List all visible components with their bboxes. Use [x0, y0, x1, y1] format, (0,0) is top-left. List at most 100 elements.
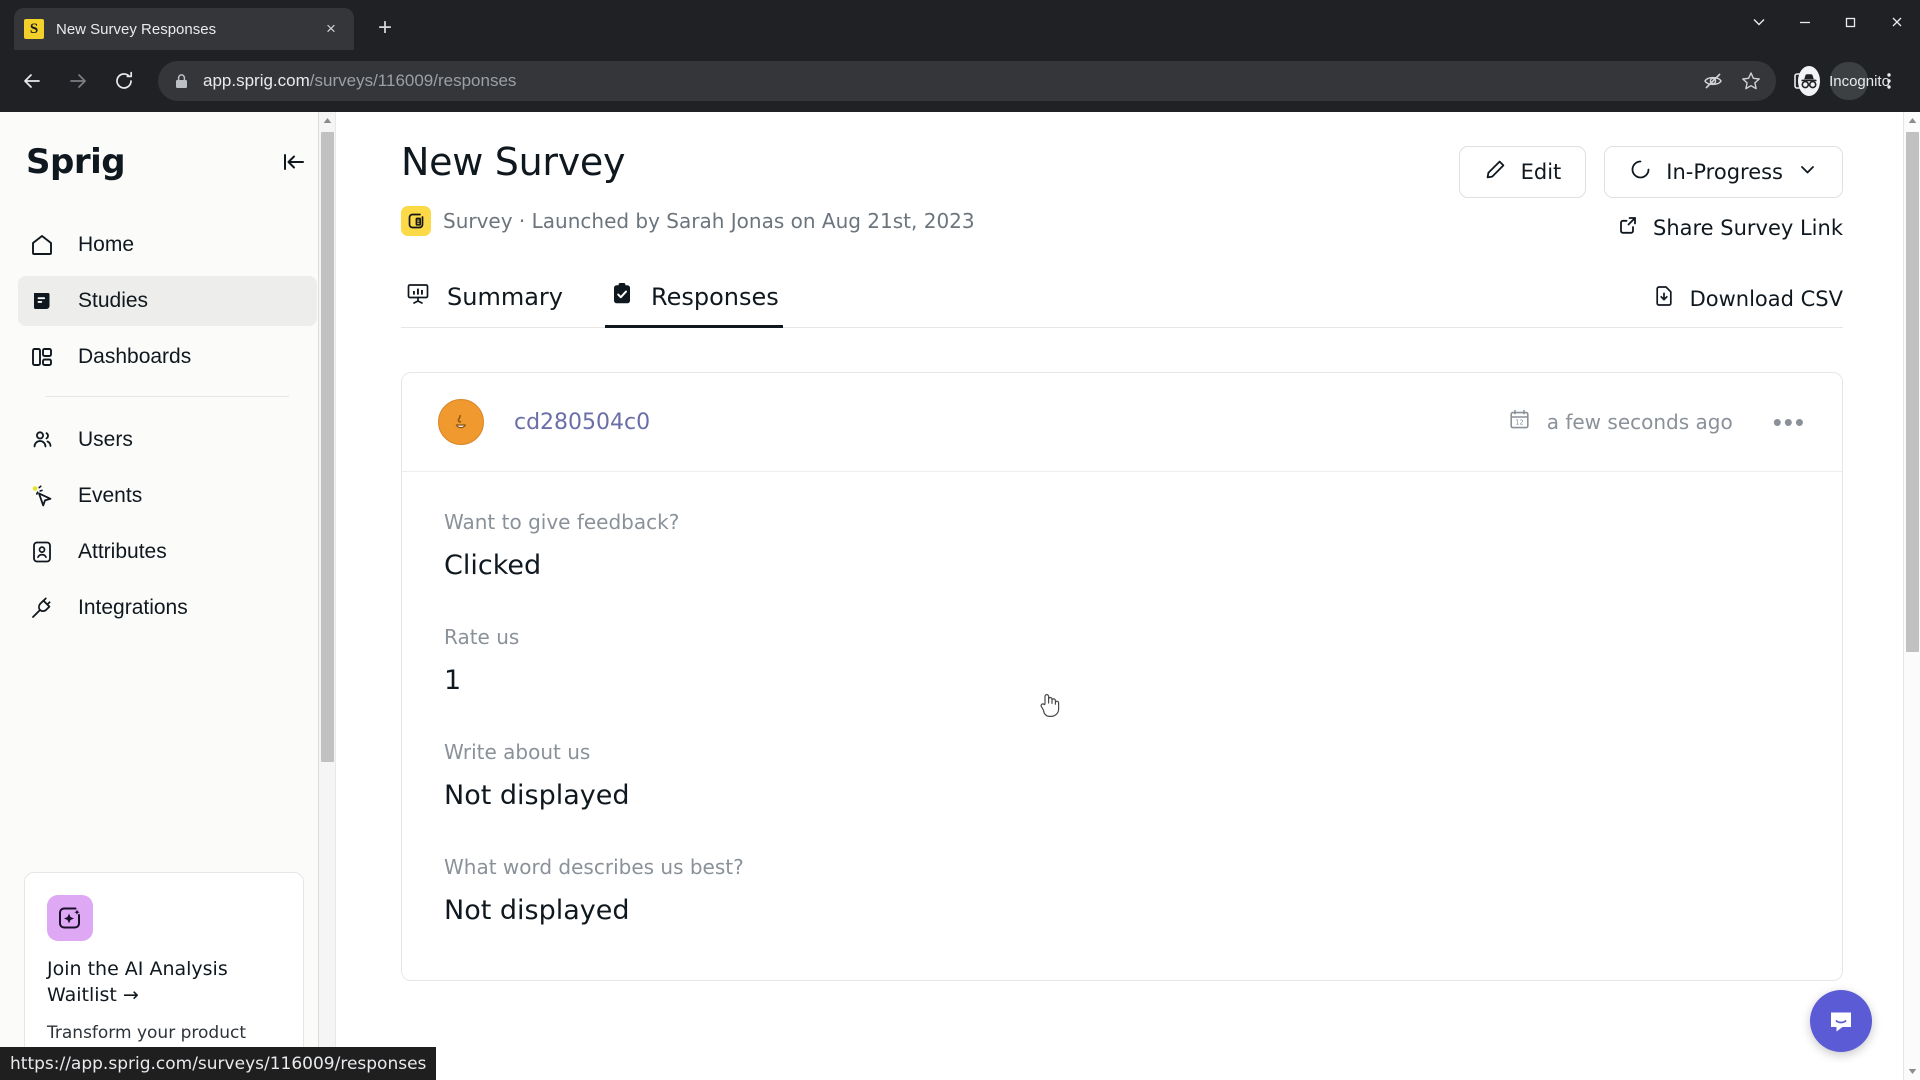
sidebar-scrollbar[interactable]	[318, 112, 335, 1080]
tab-label: Summary	[447, 283, 563, 311]
forward-icon[interactable]	[58, 61, 98, 101]
main-content: New Survey Survey · Launched by Sarah Jo…	[337, 112, 1903, 1080]
chrome-menu-icon[interactable]	[1870, 62, 1908, 100]
back-icon[interactable]	[12, 61, 52, 101]
sidebar-item-label: Integrations	[78, 596, 188, 619]
survey-header-left: New Survey Survey · Launched by Sarah Jo…	[401, 140, 975, 241]
address-bar[interactable]: app.sprig.com/surveys/116009/responses	[158, 61, 1776, 101]
page-scrollbar[interactable]	[1903, 112, 1920, 1080]
chevron-down-icon	[1797, 159, 1818, 185]
share-survey-link-button[interactable]: Share Survey Link	[1617, 214, 1843, 241]
qa-item: What word describes us best? Not display…	[444, 855, 1806, 926]
new-tab-button[interactable]: +	[368, 11, 402, 45]
tab-list: Summary Responses	[401, 281, 783, 328]
timestamp-label: a few seconds ago	[1546, 410, 1733, 434]
calendar-icon: 12	[1508, 408, 1531, 436]
download-csv-label: Download CSV	[1689, 286, 1843, 311]
omnibox-icons	[1696, 64, 1768, 98]
toolbar-right: Incognito	[1784, 62, 1908, 100]
user-avatar-face-icon	[438, 399, 484, 445]
address-bar-url: app.sprig.com/surveys/116009/responses	[203, 71, 1696, 91]
intercom-chat-icon[interactable]	[1810, 990, 1872, 1052]
close-icon[interactable]: ×	[318, 16, 344, 42]
svg-text:12: 12	[1515, 419, 1523, 427]
responses-clipboard-icon	[609, 281, 635, 313]
survey-actions-row: Edit In-Progress	[1458, 146, 1843, 198]
sidebar-item-events[interactable]: Events	[18, 471, 317, 521]
survey-subtitle: Survey · Launched by Sarah Jonas on Aug …	[443, 209, 975, 233]
pencil-icon	[1484, 158, 1507, 186]
chevron-down-icon[interactable]	[1736, 0, 1782, 44]
sidebar-item-users[interactable]: Users	[18, 415, 317, 465]
users-icon	[28, 426, 56, 454]
dashboards-icon	[28, 343, 56, 371]
question-label: Write about us	[444, 740, 591, 764]
edit-button[interactable]: Edit	[1458, 146, 1587, 198]
download-csv-button[interactable]: Download CSV	[1652, 284, 1843, 327]
sprig-logo[interactable]: Sprig	[26, 142, 126, 182]
qa-item: Rate us 1	[444, 625, 1806, 696]
sidebar-item-dashboards[interactable]: Dashboards	[18, 332, 317, 382]
sidebar-header: Sprig	[0, 112, 335, 182]
response-card-header-right: 12 a few seconds ago •••	[1508, 408, 1806, 436]
sidebar-item-label: Studies	[78, 289, 149, 312]
maximize-icon[interactable]	[1828, 0, 1874, 44]
question-label: What word describes us best?	[444, 855, 744, 879]
sidebar-nav: Home Studies Dashboards Users Events Att…	[0, 220, 335, 633]
sidebar-item-label: Home	[78, 233, 135, 256]
status-dropdown-button[interactable]: In-Progress	[1604, 146, 1843, 198]
tab-summary[interactable]: Summary	[401, 281, 567, 327]
status-bar-url: https://app.sprig.com/surveys/116009/res…	[10, 1053, 427, 1074]
survey-actions: Edit In-Progress Share Survey Link	[1458, 140, 1843, 241]
survey-card-icon	[401, 206, 431, 236]
answer-value: 1	[444, 665, 462, 696]
scroll-up-icon[interactable]	[319, 112, 335, 129]
download-file-icon	[1652, 284, 1676, 313]
events-cursor-icon	[28, 482, 56, 510]
more-options-icon[interactable]: •••	[1773, 409, 1806, 435]
share-link-label: Share Survey Link	[1652, 215, 1843, 240]
reload-icon[interactable]	[104, 61, 144, 101]
sidebar-scroll-thumb[interactable]	[321, 132, 334, 762]
studies-icon	[28, 287, 56, 315]
attributes-id-card-icon	[28, 538, 56, 566]
close-icon[interactable]	[1874, 0, 1920, 44]
content-tabs: Summary Responses Download CSV	[401, 281, 1843, 328]
browser-window: S New Survey Responses × + app.sprig.com…	[0, 0, 1920, 1080]
integrations-plug-icon	[28, 594, 56, 622]
answer-value: Not displayed	[444, 895, 630, 926]
page-scroll-thumb[interactable]	[1906, 132, 1919, 652]
sidebar-item-studies[interactable]: Studies	[18, 276, 317, 326]
ai-waitlist-title: Join the AI Analysis Waitlist →	[47, 958, 228, 1006]
browser-tab[interactable]: S New Survey Responses ×	[14, 8, 354, 50]
summary-chart-icon	[405, 281, 431, 313]
sidebar-divider	[46, 396, 289, 397]
mouse-cursor	[1037, 690, 1063, 725]
page-viewport: Sprig Home Studies Dashboards Users Even…	[0, 112, 1920, 1080]
scroll-up-icon[interactable]	[1904, 112, 1920, 129]
sidebar-item-home[interactable]: Home	[18, 220, 317, 270]
respondent-id-link[interactable]: cd280504c0	[514, 410, 650, 435]
response-card: cd280504c0 12 a few seconds ago ••• Want…	[401, 372, 1843, 981]
respondent-info: cd280504c0	[438, 399, 650, 445]
collapse-sidebar-icon[interactable]	[281, 149, 307, 175]
tab-responses[interactable]: Responses	[604, 281, 783, 328]
sprig-favicon: S	[24, 19, 44, 39]
browser-toolbar: app.sprig.com/surveys/116009/responses I…	[0, 50, 1920, 112]
minimize-icon[interactable]	[1782, 0, 1828, 44]
sidebar-item-label: Dashboards	[78, 345, 192, 368]
sidebar-item-integrations[interactable]: Integrations	[18, 583, 317, 633]
in-progress-spinner-icon	[1629, 158, 1652, 186]
scroll-down-icon[interactable]	[1904, 1063, 1920, 1080]
tab-title: New Survey Responses	[56, 20, 217, 38]
window-controls	[1736, 0, 1920, 44]
question-label: Want to give feedback?	[444, 510, 680, 534]
response-timestamp: 12 a few seconds ago	[1508, 408, 1733, 436]
sidebar-item-label: Attributes	[78, 540, 167, 563]
qa-item: Write about us Not displayed	[444, 740, 1806, 811]
survey-meta: Survey · Launched by Sarah Jonas on Aug …	[401, 206, 975, 236]
incognito-profile-button[interactable]: Incognito	[1798, 62, 1890, 100]
bookmark-star-icon[interactable]	[1734, 64, 1768, 98]
sidebar-item-attributes[interactable]: Attributes	[18, 527, 317, 577]
third-party-cookie-blocked-icon[interactable]	[1696, 64, 1730, 98]
